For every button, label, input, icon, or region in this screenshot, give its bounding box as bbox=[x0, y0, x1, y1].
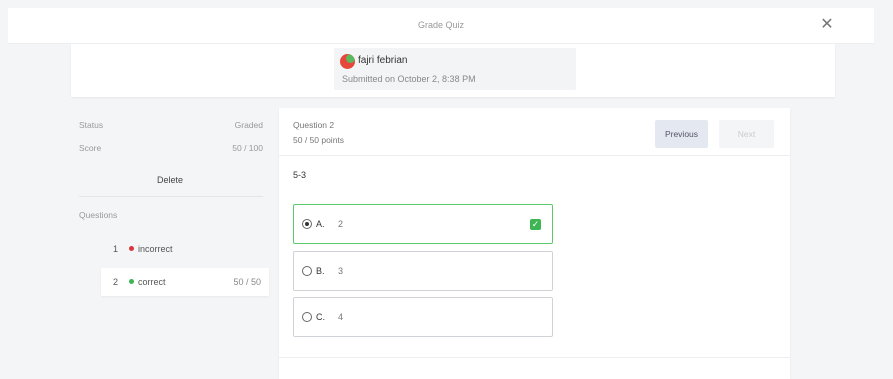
status-value: Graded bbox=[234, 120, 263, 130]
grade-sidebar: Status Graded Score 50 / 100 Delete Ques… bbox=[71, 108, 269, 379]
correct-dot-icon bbox=[129, 279, 134, 284]
answer-option-b[interactable]: B. 3 bbox=[293, 251, 553, 291]
grade-quiz-modal: Grade Quiz ✕ fajri febrian Submitted on … bbox=[0, 0, 893, 379]
avatar bbox=[340, 54, 355, 69]
question-points-summary: 50 / 50 points bbox=[293, 135, 345, 145]
option-text: 3 bbox=[338, 266, 344, 276]
modal-title: Grade Quiz bbox=[417, 20, 465, 30]
student-name: fajri febrian bbox=[358, 55, 408, 66]
header-divider bbox=[279, 155, 790, 156]
incorrect-dot-icon bbox=[129, 246, 134, 251]
option-text: 2 bbox=[338, 219, 344, 229]
submission-info: fajri febrian Submitted on October 2, 8:… bbox=[334, 48, 576, 90]
modal-header: Grade Quiz ✕ bbox=[8, 8, 874, 44]
footer-divider bbox=[279, 357, 790, 358]
correct-check-icon: ✓ bbox=[530, 219, 541, 230]
status-label: Status bbox=[79, 120, 104, 130]
radio-icon bbox=[302, 266, 312, 276]
question-panel: Question 2 50 / 50 points Previous Next … bbox=[279, 108, 790, 379]
question-item-1[interactable]: 1 incorrect bbox=[101, 235, 269, 263]
option-letter: B. bbox=[316, 266, 325, 276]
question-item-2[interactable]: 2 correct 50 / 50 bbox=[101, 268, 269, 296]
radio-icon bbox=[302, 312, 312, 322]
submission-card: fajri febrian Submitted on October 2, 8:… bbox=[71, 44, 835, 97]
answer-option-c[interactable]: C. 4 bbox=[293, 297, 553, 337]
question-title: Question 2 bbox=[293, 120, 335, 130]
question-number: 2 bbox=[113, 277, 119, 287]
question-points: 50 / 50 bbox=[233, 277, 261, 287]
option-text: 4 bbox=[338, 312, 344, 322]
option-letter: A. bbox=[316, 219, 325, 229]
question-status: incorrect bbox=[138, 244, 173, 254]
question-status: correct bbox=[138, 277, 166, 287]
next-button[interactable]: Next bbox=[719, 120, 774, 148]
answer-option-a[interactable]: A. 2 ✓ bbox=[293, 204, 553, 244]
score-label: Score bbox=[79, 143, 102, 153]
delete-button[interactable]: Delete bbox=[71, 175, 269, 185]
divider bbox=[79, 196, 263, 197]
submitted-date: Submitted on October 2, 8:38 PM bbox=[342, 74, 476, 84]
status-row: Status Graded bbox=[79, 120, 263, 130]
question-prompt: 5-3 bbox=[293, 170, 307, 180]
question-number: 1 bbox=[113, 244, 119, 254]
previous-button[interactable]: Previous bbox=[655, 120, 708, 148]
radio-selected-icon bbox=[302, 219, 312, 229]
score-row: Score 50 / 100 bbox=[79, 143, 263, 153]
score-value: 50 / 100 bbox=[232, 143, 263, 153]
questions-heading: Questions bbox=[79, 210, 118, 220]
option-letter: C. bbox=[316, 312, 325, 322]
close-icon[interactable]: ✕ bbox=[816, 14, 838, 36]
